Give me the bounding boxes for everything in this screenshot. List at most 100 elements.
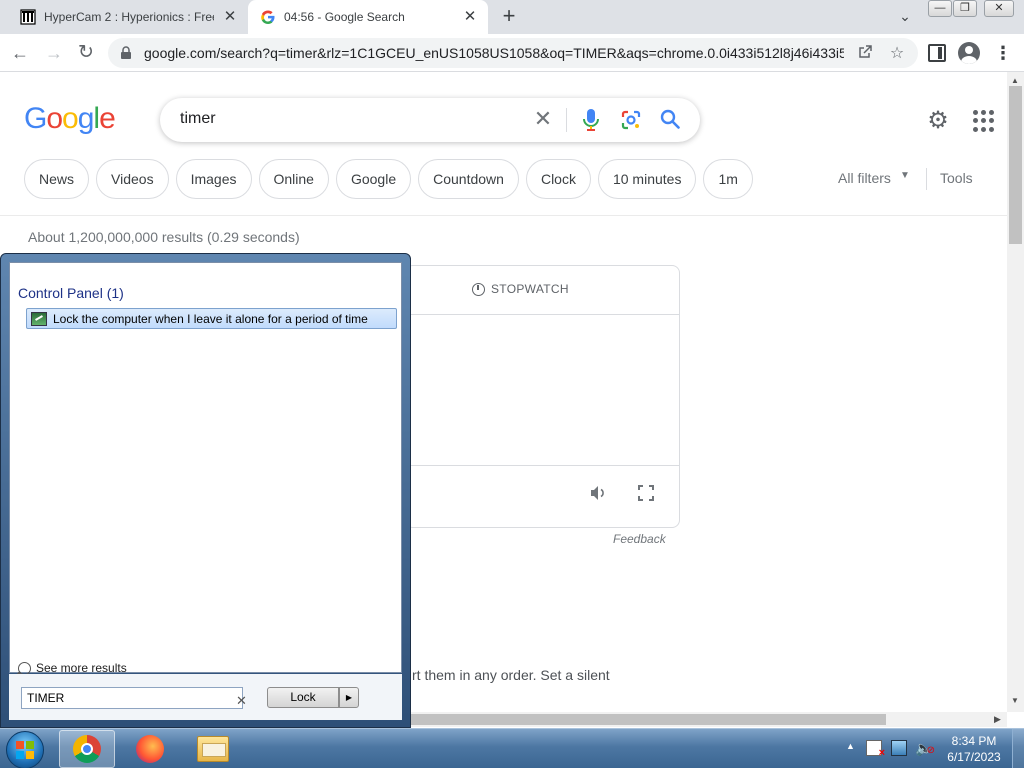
control-panel-group-title[interactable]: Control Panel (1) (18, 285, 124, 301)
search-filter-chips: News Videos Images Online Google Countdo… (24, 159, 753, 199)
tab-strip: HyperCam 2 : Hyperionics : Free ✕ 04:56 … (0, 0, 1024, 34)
reload-icon[interactable]: ↻ (74, 41, 98, 65)
clear-search-icon[interactable]: ✕ (236, 691, 247, 711)
profile-avatar-icon[interactable] (958, 42, 980, 64)
tab-google-search[interactable]: 04:56 - Google Search ✕ (248, 0, 488, 34)
action-center-flag-icon[interactable] (866, 740, 885, 759)
address-bar[interactable]: google.com/search?q=timer&rlz=1C1GCEU_en… (108, 38, 918, 68)
horizontal-scrollbar-thumb[interactable] (410, 714, 886, 725)
chip-10-minutes[interactable]: 10 minutes (597, 159, 697, 199)
firefox-icon (136, 735, 164, 763)
bookmark-star-icon[interactable]: ☆ (888, 43, 906, 62)
header-divider (0, 215, 1007, 216)
start-search-input[interactable]: TIMER ✕ (21, 687, 247, 709)
scroll-right-arrow-icon[interactable]: ▶ (994, 714, 1001, 725)
volume-muted-icon[interactable]: 🔈 (915, 740, 935, 759)
search-box[interactable]: timer ✕ (160, 98, 700, 142)
maximize-button[interactable]: ❐ (953, 0, 977, 17)
start-search-value: TIMER (27, 691, 65, 705)
forward-arrow-icon[interactable]: → (42, 41, 66, 65)
result-label: Lock the computer when I leave it alone … (53, 311, 368, 326)
all-filters-button[interactable]: All filters (838, 170, 891, 186)
see-more-label: See more results (36, 661, 127, 675)
filters-divider (926, 168, 927, 190)
browser-toolbar: ← → ↻ google.com/search?q=timer&rlz=1C1G… (0, 34, 1024, 72)
google-g-icon (260, 9, 276, 25)
chip-clock[interactable]: Clock (525, 159, 591, 199)
scroll-up-arrow-icon[interactable]: ▲ (1011, 76, 1019, 85)
new-tab-button[interactable]: + (498, 5, 520, 28)
show-hidden-icons-arrow-icon[interactable]: ▲ (846, 741, 855, 751)
tab-title: HyperCam 2 : Hyperionics : Free (44, 10, 214, 24)
tab-search-chevron-icon[interactable]: ⌄ (896, 8, 914, 26)
start-menu-bottom-bar: TIMER ✕ Lock ▶ (9, 674, 402, 720)
logo-letter: o (62, 102, 79, 135)
search-icon[interactable] (659, 108, 681, 130)
logo-letter: e (99, 102, 116, 135)
scroll-down-arrow-icon[interactable]: ▼ (1011, 696, 1019, 705)
share-icon[interactable] (856, 44, 874, 62)
show-desktop-button[interactable] (1012, 729, 1024, 768)
start-menu-results-panel: Control Panel (1) Lock the computer when… (9, 262, 402, 675)
tab-title: 04:56 - Google Search (284, 10, 405, 24)
side-panel-icon[interactable] (928, 44, 946, 62)
feedback-link[interactable]: Feedback (613, 532, 666, 546)
clear-search-icon[interactable]: ✕ (532, 108, 554, 130)
logo-letter: G (24, 102, 47, 135)
timer-widget: STOPWATCH (405, 265, 680, 528)
lock-button[interactable]: Lock (267, 687, 339, 708)
settings-gear-icon[interactable]: ⚙ (925, 108, 951, 134)
chip-1m[interactable]: 1m (703, 159, 753, 199)
close-window-button[interactable]: ✕ (984, 0, 1014, 17)
microphone-icon[interactable] (582, 108, 600, 132)
start-menu: Control Panel (1) Lock the computer when… (0, 253, 411, 728)
stopwatch-tab[interactable]: STOPWATCH (472, 282, 569, 296)
google-apps-grid-icon[interactable] (973, 110, 995, 132)
search-input[interactable]: timer (180, 110, 216, 128)
widget-divider (406, 314, 679, 315)
tools-button[interactable]: Tools (940, 170, 973, 186)
volume-icon[interactable] (588, 484, 608, 504)
logo-letter: g (77, 102, 95, 135)
widget-divider (406, 465, 679, 466)
close-tab-icon[interactable]: ✕ (462, 9, 478, 25)
magnifier-icon (18, 661, 31, 675)
taskbar-chrome[interactable] (59, 730, 115, 768)
stopwatch-icon (472, 282, 485, 296)
vertical-scrollbar[interactable]: ▲ ▼ (1007, 72, 1024, 712)
dropdown-caret-icon[interactable]: ▼ (900, 170, 910, 181)
url-text[interactable]: google.com/search?q=timer&rlz=1C1GCEU_en… (144, 45, 844, 61)
google-logo[interactable]: Google (24, 102, 116, 136)
vertical-scrollbar-thumb[interactable] (1009, 86, 1022, 244)
tab-hypercam[interactable]: HyperCam 2 : Hyperionics : Free ✕ (8, 0, 248, 34)
chip-news[interactable]: News (24, 159, 90, 199)
minimize-button[interactable]: — (928, 0, 952, 17)
chip-images[interactable]: Images (175, 159, 252, 199)
clock-time[interactable]: 8:34 PM (944, 734, 1004, 748)
chip-videos[interactable]: Videos (96, 159, 169, 199)
chip-online[interactable]: Online (258, 159, 329, 199)
chip-countdown[interactable]: Countdown (418, 159, 519, 199)
network-icon[interactable] (891, 740, 907, 756)
search-divider (566, 108, 567, 132)
back-arrow-icon[interactable]: ← (8, 41, 32, 65)
clock-date[interactable]: 6/17/2023 (944, 750, 1004, 764)
start-button[interactable] (6, 731, 44, 768)
taskbar-windows-explorer[interactable] (185, 730, 241, 768)
archive-icon (20, 9, 36, 25)
lock-options-arrow-icon[interactable]: ▶ (339, 687, 359, 708)
folder-icon (197, 736, 229, 762)
logo-letter: o (46, 102, 63, 135)
chip-google[interactable]: Google (335, 159, 412, 199)
result-stats: About 1,200,000,000 results (0.29 second… (28, 229, 300, 245)
google-lens-icon[interactable] (620, 109, 642, 131)
close-tab-icon[interactable]: ✕ (222, 9, 238, 25)
taskbar-firefox[interactable] (122, 730, 178, 768)
start-menu-result-item[interactable]: Lock the computer when I leave it alone … (26, 308, 397, 329)
chrome-menu-icon[interactable]: ⋮ (994, 42, 1012, 64)
chrome-icon (73, 735, 101, 763)
lock-icon[interactable] (120, 46, 134, 60)
result-snippet: rt them in any order. Set a silent (412, 667, 610, 683)
fullscreen-icon[interactable] (638, 485, 654, 501)
see-more-results-link[interactable]: See more results (18, 661, 127, 675)
